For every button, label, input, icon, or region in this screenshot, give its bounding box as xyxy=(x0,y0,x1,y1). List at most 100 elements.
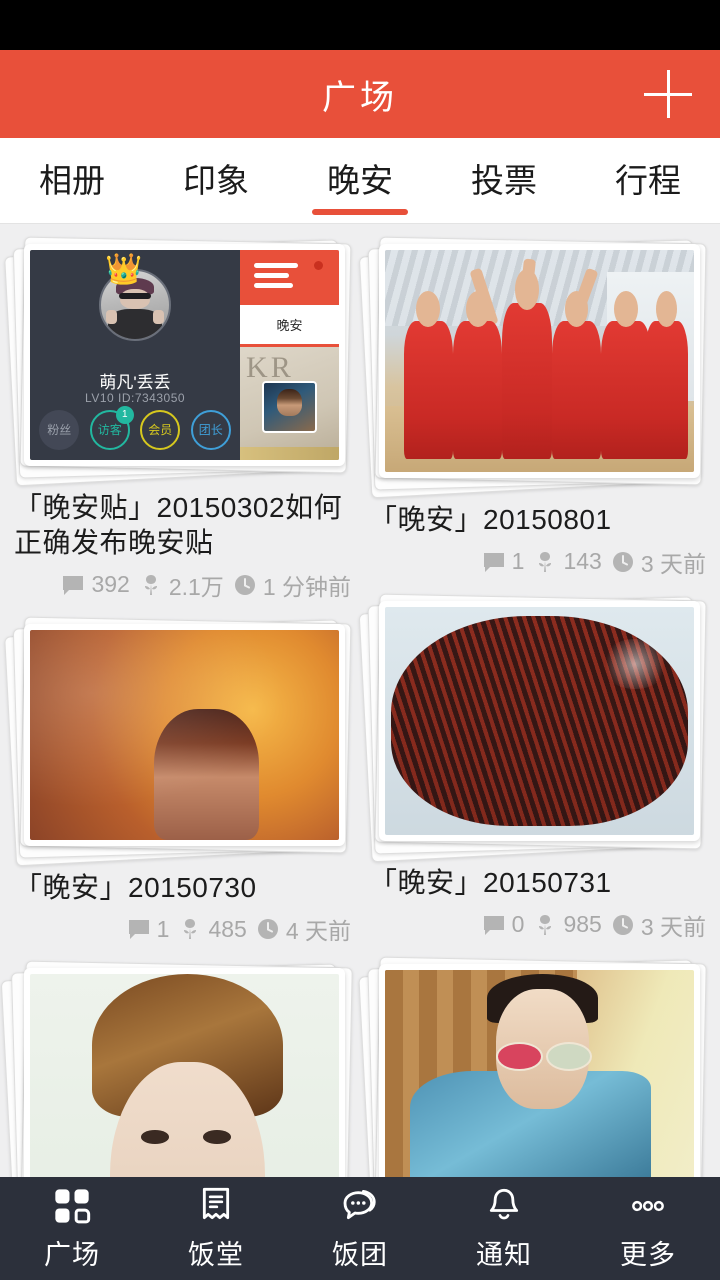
tab-xingcheng[interactable]: 行程 xyxy=(576,138,720,223)
nav-label: 通知 xyxy=(476,1239,532,1270)
rose-icon xyxy=(539,551,552,572)
like-count: 143 xyxy=(533,548,602,575)
badge-label: 会员 xyxy=(148,423,173,438)
profile-panel: 👑 萌凡'丢丢 LV10 ID:7343050 粉丝 访客 1 会员 团长 xyxy=(30,250,240,460)
comment-count: 392 xyxy=(61,571,130,598)
post-card[interactable] xyxy=(358,956,710,1177)
post-time-value: 3 天前 xyxy=(640,913,706,940)
post-time: 3 天前 xyxy=(611,545,706,579)
post-title: 「晚安」20150730 xyxy=(14,871,257,903)
avatar: 👑 xyxy=(99,254,172,341)
post-title: 「晚安」20150801 xyxy=(369,504,612,536)
nav-item-fantang[interactable]: 饭堂 xyxy=(144,1186,288,1272)
clock-icon xyxy=(612,551,633,572)
more-dots-icon xyxy=(632,1200,664,1211)
active-tab-indicator xyxy=(312,209,408,215)
post-thumbnail[interactable] xyxy=(379,600,700,842)
post-card[interactable]: 「晚安」20150731 0 985 3 天前 xyxy=(358,593,710,942)
rose-icon xyxy=(144,574,157,595)
comment-count-value: 392 xyxy=(91,571,130,598)
profile-badges: 粉丝 访客 1 会员 团长 xyxy=(30,405,240,450)
feed-column-right: 「晚安」20150801 1 143 3 天前 「晚安」20150731 0 9… xyxy=(358,236,710,1177)
nav-label: 更多 xyxy=(620,1239,676,1270)
tab-yinxiang[interactable]: 印象 xyxy=(144,138,288,223)
clock-icon xyxy=(234,574,255,595)
card-stack xyxy=(358,956,710,1177)
app-header: 广场 xyxy=(0,50,720,138)
comment-count-value: 1 xyxy=(156,915,170,942)
clock-icon xyxy=(612,914,633,935)
badge-count: 1 xyxy=(115,405,134,424)
post-card[interactable] xyxy=(0,960,355,1177)
like-count-value: 485 xyxy=(208,915,247,942)
post-title: 「晚安」20150731 xyxy=(369,867,612,899)
page-title: 广场 xyxy=(322,78,398,117)
post-meta: 1 143 3 天前 xyxy=(369,545,706,579)
post-card[interactable]: 👑 萌凡'丢丢 LV10 ID:7343050 粉丝 访客 1 会员 团长 晚安… xyxy=(4,236,355,602)
tab-label: 行程 xyxy=(615,161,681,199)
card-stack xyxy=(358,236,710,499)
profile-screenshot: 👑 萌凡'丢丢 LV10 ID:7343050 粉丝 访客 1 会员 团长 晚安… xyxy=(30,250,339,461)
like-count-value: 2.1万 xyxy=(168,573,224,600)
speech-bubble-icon xyxy=(483,552,504,572)
sunglasses-portrait-photo xyxy=(385,969,694,1177)
post-thumbnail[interactable]: 👑 萌凡'丢丢 LV10 ID:7343050 粉丝 访客 1 会员 团长 晚安… xyxy=(24,244,345,467)
post-thumbnail[interactable] xyxy=(24,968,345,1177)
grid-icon xyxy=(55,1188,91,1223)
post-thumbnail[interactable] xyxy=(379,244,700,479)
side-panel-tab: 晚安 xyxy=(240,304,339,347)
post-time-value: 1 分钟前 xyxy=(262,573,351,600)
post-time-value: 3 天前 xyxy=(640,550,706,577)
nav-item-guangchang[interactable]: 广场 xyxy=(0,1186,144,1272)
nav-item-tongzhi[interactable]: 通知 xyxy=(432,1186,576,1272)
speech-bubble-icon xyxy=(128,920,149,940)
post-card[interactable]: 「晚安」20150730 1 485 4 天前 xyxy=(4,616,355,946)
chat-bubbles-icon xyxy=(343,1189,376,1219)
menu-lines-icon xyxy=(253,263,299,293)
post-thumbnail[interactable] xyxy=(379,963,700,1177)
comment-count: 0 xyxy=(482,911,524,938)
post-time: 4 天前 xyxy=(256,912,351,946)
like-count: 985 xyxy=(533,911,602,938)
rose-icon xyxy=(539,914,552,935)
tab-label: 相册 xyxy=(39,161,105,199)
badge-label: 访客 xyxy=(97,423,122,438)
profile-username: 萌凡'丢丢 xyxy=(99,372,171,392)
post-time: 1 分钟前 xyxy=(233,568,351,602)
post-title: 「晚安贴」20150302如何正确发布晚安贴 xyxy=(14,492,343,559)
post-time-value: 4 天前 xyxy=(285,918,351,945)
nav-item-fantuan[interactable]: 饭团 xyxy=(288,1186,432,1272)
clock-icon xyxy=(257,919,278,940)
status-bar xyxy=(0,0,720,50)
notification-dot xyxy=(314,260,324,270)
plus-icon[interactable] xyxy=(642,68,694,120)
nav-label: 饭堂 xyxy=(188,1239,244,1270)
nav-label: 饭团 xyxy=(332,1239,388,1270)
comment-count: 1 xyxy=(127,915,170,943)
comment-count: 1 xyxy=(482,548,524,575)
tab-xiangce[interactable]: 相册 xyxy=(0,138,144,223)
card-stack: 👑 萌凡'丢丢 LV10 ID:7343050 粉丝 访客 1 会员 团长 晚安… xyxy=(4,236,355,487)
post-thumbnail[interactable] xyxy=(24,623,345,846)
like-count-value: 985 xyxy=(563,911,602,938)
side-panel-header xyxy=(240,250,339,305)
badge-label: 团长 xyxy=(198,423,223,438)
feed-column-left: 👑 萌凡'丢丢 LV10 ID:7343050 粉丝 访客 1 会员 团长 晚安… xyxy=(0,236,355,1177)
post-time: 3 天前 xyxy=(611,908,706,942)
card-stack xyxy=(4,616,355,867)
tab-wanan[interactable]: 晚安 xyxy=(288,138,432,223)
tab-label: 投票 xyxy=(471,161,537,199)
bottom-nav: 广场 饭堂 饭团 通知 更多 xyxy=(0,1177,720,1280)
profile-level-id: LV10 ID:7343050 xyxy=(85,390,186,405)
receipt-icon xyxy=(202,1187,230,1219)
side-panel-thumb xyxy=(261,380,318,433)
post-feed[interactable]: 👑 萌凡'丢丢 LV10 ID:7343050 粉丝 访客 1 会员 团长 晚安… xyxy=(0,224,720,1177)
tab-toupiao[interactable]: 投票 xyxy=(432,138,576,223)
speech-bubble-icon xyxy=(483,915,504,935)
nav-item-gengduo[interactable]: 更多 xyxy=(576,1186,720,1272)
badge-visitors: 访客 1 xyxy=(89,405,134,450)
tab-label: 印象 xyxy=(183,161,249,199)
crown-icon: 👑 xyxy=(105,252,143,286)
smiling-portrait-photo xyxy=(30,974,339,1177)
post-card[interactable]: 「晚安」20150801 1 143 3 天前 xyxy=(358,236,710,579)
